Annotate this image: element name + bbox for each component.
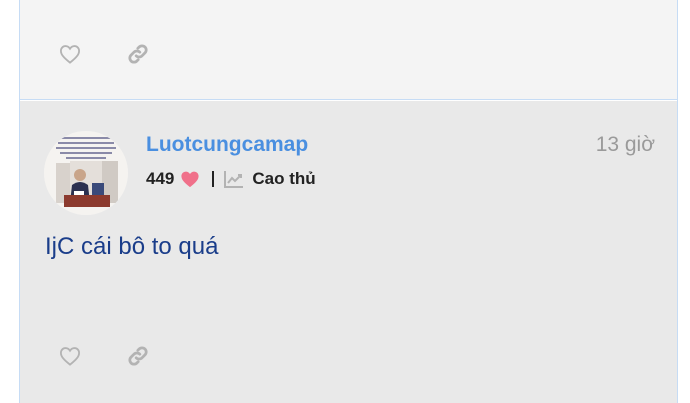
heart-icon — [180, 170, 200, 188]
previous-post — [20, 0, 677, 100]
user-meta: 449 Cao thủ — [146, 167, 316, 191]
username-link[interactable]: Luotcungcamap — [146, 133, 308, 157]
heart-outline-icon — [59, 45, 81, 64]
post-time[interactable]: 13 giờ — [596, 133, 655, 157]
link-icon — [128, 44, 148, 64]
copy-link-button[interactable] — [126, 42, 150, 66]
avatar-image — [44, 131, 128, 215]
like-button[interactable] — [58, 42, 82, 66]
thread: Luotcungcamap 13 giờ 449 Cao thủ IjC cái… — [19, 0, 678, 403]
likes-count: 449 — [146, 169, 175, 188]
post-actions — [58, 42, 150, 66]
trend-chart-icon — [224, 170, 244, 188]
post-body: IjC cái bô to quá — [45, 233, 219, 260]
divider — [212, 171, 215, 187]
heart-outline-icon — [59, 347, 81, 366]
link-icon — [128, 346, 148, 366]
post: Luotcungcamap 13 giờ 449 Cao thủ IjC cái… — [20, 101, 677, 403]
user-rank: Cao thủ — [252, 169, 316, 188]
avatar[interactable] — [44, 131, 128, 215]
post-actions — [58, 344, 150, 368]
like-button[interactable] — [58, 344, 82, 368]
copy-link-button[interactable] — [126, 344, 150, 368]
